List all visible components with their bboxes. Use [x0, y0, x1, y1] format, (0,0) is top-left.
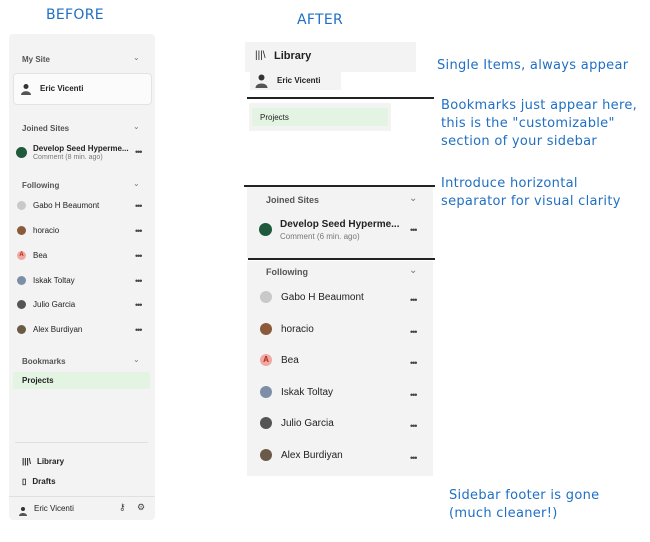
- bookmarks-label: Bookmarks: [22, 357, 66, 366]
- joined-site-meta: Comment (8 min. ago): [33, 154, 103, 161]
- following-item[interactable]: A Bea: [17, 247, 47, 263]
- chevron-down-icon[interactable]: ⌄: [409, 193, 417, 204]
- bookmark-item[interactable]: Projects: [252, 108, 388, 126]
- avatar: [260, 323, 272, 335]
- following-item[interactable]: horacio: [260, 321, 314, 337]
- following-item[interactable]: Julio Garcia: [17, 296, 75, 312]
- joined-site-title[interactable]: Develop Seed Hyperme...: [280, 219, 400, 230]
- letter-a-avatar-icon: A: [17, 250, 26, 260]
- avatar: [254, 73, 269, 88]
- more-icon[interactable]: •••: [410, 295, 418, 305]
- my-site-user: Eric Vicenti: [40, 84, 84, 93]
- chevron-down-icon[interactable]: ⌄: [133, 122, 140, 131]
- following-item[interactable]: Gabo H Beaumont: [260, 289, 364, 305]
- library-icon: |||\: [255, 50, 266, 61]
- avatar: [17, 324, 26, 334]
- avatar: [17, 200, 26, 210]
- chevron-down-icon[interactable]: ⌄: [133, 179, 140, 188]
- following-item[interactable]: Alex Burdiyan: [260, 447, 343, 463]
- joined-sites-panel: Joined Sites ⌄ Develop Seed Hyperme... C…: [247, 187, 433, 258]
- more-icon[interactable]: •••: [135, 325, 143, 335]
- site-logo-icon: [16, 147, 27, 158]
- more-icon[interactable]: •••: [135, 226, 143, 236]
- footer-user: Eric Vicenti: [34, 504, 74, 513]
- avatar: [260, 417, 272, 429]
- chevron-down-icon[interactable]: ⌄: [133, 355, 140, 364]
- joined-site-time: (8 min. ago): [65, 154, 103, 161]
- joined-site-title[interactable]: Develop Seed Hyperme...: [33, 144, 129, 153]
- following-item[interactable]: A Bea: [260, 352, 299, 368]
- before-heading: BEFORE: [46, 7, 104, 23]
- annotation-footer-line2: (much cleaner!): [449, 506, 558, 521]
- horizontal-separator: [247, 97, 434, 99]
- more-icon[interactable]: •••: [135, 147, 143, 157]
- more-icon[interactable]: •••: [410, 358, 418, 368]
- more-icon[interactable]: •••: [135, 300, 143, 310]
- annotation-footer-line1: Sidebar footer is gone: [449, 488, 600, 503]
- sidebar-before: My Site ⌄ Eric Vicenti Joined Sites ⌄ De…: [9, 34, 155, 520]
- following-item[interactable]: Gabo H Beaumont: [17, 197, 99, 213]
- following-item[interactable]: Julio Garcia: [260, 415, 334, 431]
- library-title[interactable]: Library: [274, 50, 311, 62]
- following-item[interactable]: horacio: [17, 222, 59, 238]
- avatar: [18, 503, 28, 516]
- avatar: [260, 386, 272, 398]
- annotation-separator-line2: separator for visual clarity: [441, 194, 621, 209]
- horizontal-separator: [248, 258, 435, 260]
- user-panel: Eric Vicenti: [250, 71, 341, 90]
- following-item[interactable]: Iskak Toltay: [17, 272, 75, 288]
- bookmarks-panel: Projects: [249, 103, 391, 131]
- joined-site-type: Comment: [33, 154, 64, 161]
- my-site-label: My Site: [22, 55, 51, 64]
- annotation-bookmarks-line2: this is the "customizable": [441, 116, 615, 131]
- drafts-nav-item[interactable]: ▯ Drafts: [22, 473, 56, 489]
- annotation-bookmarks-line1: Bookmarks just appear here,: [441, 98, 638, 113]
- my-site-card[interactable]: Eric Vicenti: [13, 73, 152, 105]
- more-icon[interactable]: •••: [410, 453, 418, 463]
- gear-icon[interactable]: ⚙: [137, 502, 145, 513]
- chevron-down-icon[interactable]: ⌄: [409, 265, 417, 276]
- joined-sites-label: Joined Sites: [266, 195, 320, 205]
- avatar: [17, 275, 26, 285]
- joined-sites-label: Joined Sites: [22, 124, 70, 133]
- chevron-down-icon[interactable]: ⌄: [133, 53, 140, 62]
- following-label: Following: [266, 267, 308, 277]
- avatar: [17, 299, 26, 309]
- joined-site-meta: Comment (6 min. ago): [280, 232, 360, 241]
- after-user[interactable]: Eric Vicenti: [277, 76, 320, 85]
- more-icon[interactable]: •••: [410, 327, 418, 337]
- following-label: Following: [22, 181, 60, 190]
- more-icon[interactable]: •••: [410, 421, 418, 431]
- more-icon[interactable]: •••: [135, 251, 143, 261]
- avatar: [260, 291, 272, 303]
- letter-a-avatar-icon: A: [260, 354, 272, 366]
- annotation-single-items: Single Items, always appear: [437, 58, 629, 73]
- more-icon[interactable]: •••: [410, 390, 418, 400]
- more-icon[interactable]: •••: [410, 225, 418, 235]
- following-item[interactable]: Iskak Toltay: [260, 384, 333, 400]
- after-heading: AFTER: [297, 12, 344, 28]
- library-icon: |||\: [22, 456, 31, 466]
- library-panel: |||\ Library: [245, 42, 416, 72]
- avatar: [260, 449, 272, 461]
- avatar: [20, 82, 32, 95]
- key-icon[interactable]: ⚷: [119, 502, 126, 513]
- more-icon[interactable]: •••: [135, 201, 143, 211]
- draft-document-icon: ▯: [22, 476, 27, 486]
- divider: [15, 442, 148, 443]
- more-icon[interactable]: •••: [135, 276, 143, 286]
- library-nav-item[interactable]: |||\ Library: [22, 453, 64, 469]
- following-item[interactable]: Alex Burdiyan: [17, 321, 82, 337]
- annotation-separator-line1: Introduce horizontal: [441, 176, 578, 191]
- joined-site-type: Comment: [280, 232, 315, 241]
- annotation-bookmarks-line3: section of your sidebar: [441, 134, 598, 149]
- footer-divider: [9, 496, 155, 497]
- following-panel: Following ⌄ Gabo H Beaumont ••• horacio …: [247, 261, 433, 476]
- bookmark-item[interactable]: Projects: [13, 372, 150, 389]
- avatar: [17, 225, 26, 235]
- site-logo-icon: [259, 223, 272, 236]
- joined-site-time: (6 min. ago): [316, 232, 360, 241]
